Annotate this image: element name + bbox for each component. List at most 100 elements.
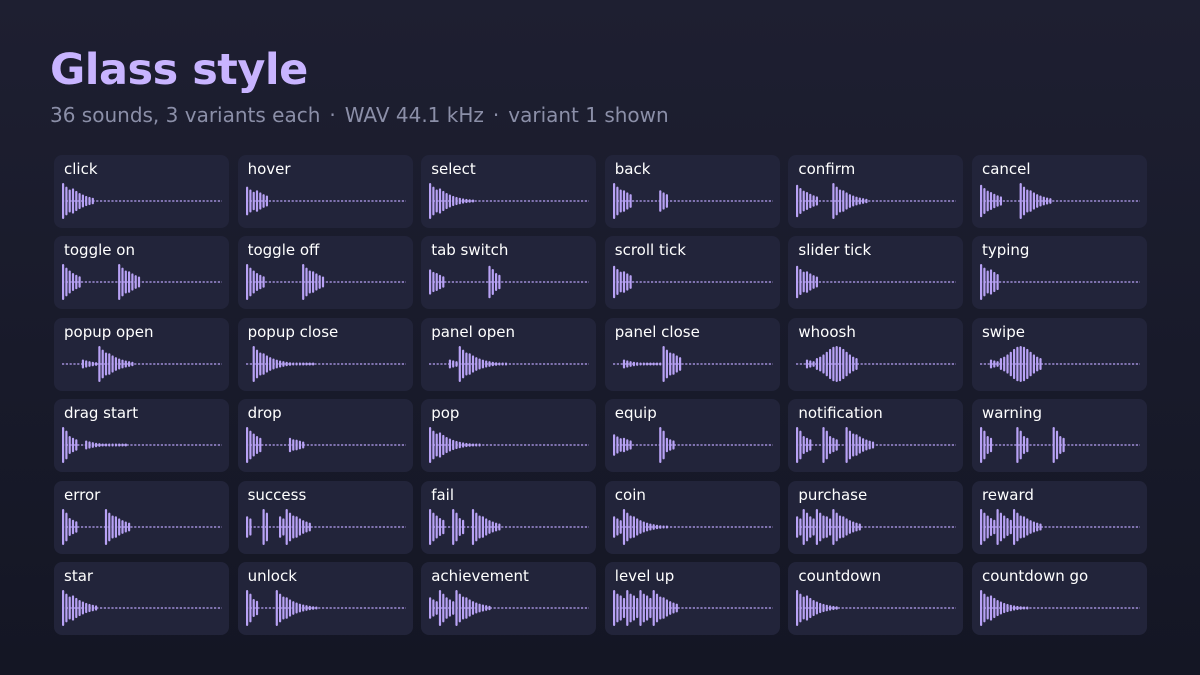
waveform-bar	[458, 517, 462, 536]
waveform-bar	[796, 515, 799, 538]
sound-card[interactable]: scroll tick	[604, 236, 780, 310]
waveform-bar	[619, 189, 622, 213]
waveform-bar	[278, 360, 281, 368]
waveform-bar	[625, 589, 629, 626]
waveform-bar	[616, 186, 619, 216]
waveform-bar	[95, 442, 98, 448]
waveform-preview	[979, 508, 1140, 545]
waveform-bar	[465, 443, 468, 448]
waveform-bar	[983, 267, 986, 297]
waveform-bar	[104, 443, 108, 447]
waveform-bar	[311, 362, 314, 366]
waveform-bar	[1012, 605, 1016, 611]
waveform-bar	[642, 362, 645, 366]
waveform-preview	[979, 264, 1140, 301]
waveform-bar	[809, 439, 812, 451]
sound-card[interactable]: panel open	[421, 317, 597, 391]
waveform-bar	[321, 276, 324, 288]
waveform-bar	[301, 604, 304, 612]
waveform-bar	[442, 190, 445, 212]
waveform-bar	[131, 361, 134, 367]
waveform-bar	[439, 275, 442, 290]
sound-card[interactable]: popup close	[237, 317, 413, 391]
waveform-bar	[248, 267, 252, 297]
waveform-bar	[137, 276, 141, 288]
sound-card[interactable]: reward	[971, 480, 1147, 554]
waveform-bar	[452, 195, 455, 207]
waveform-bar	[472, 355, 475, 373]
waveform-bar	[121, 267, 124, 297]
waveform-bar	[799, 430, 802, 460]
waveform-bar	[852, 356, 855, 372]
waveform-bar	[481, 515, 485, 538]
waveform-bar	[1036, 194, 1039, 208]
waveform-bar	[658, 524, 662, 529]
waveform-bar	[865, 439, 868, 451]
sound-card[interactable]: level up	[604, 561, 780, 635]
waveform-bar	[85, 602, 88, 614]
sound-card[interactable]: fail	[421, 480, 597, 554]
sound-card[interactable]: select	[421, 155, 597, 228]
waveform-bar	[1026, 606, 1029, 610]
waveform-bar	[439, 517, 442, 536]
waveform-bar	[78, 192, 81, 210]
sound-card[interactable]: equip	[604, 399, 780, 473]
waveform-bar	[475, 512, 478, 541]
sound-card[interactable]: error	[54, 480, 229, 554]
waveform-bar	[71, 519, 75, 534]
waveform-bar	[802, 596, 806, 620]
sound-card[interactable]: popup open	[54, 317, 229, 391]
sound-card[interactable]: tab switch	[421, 236, 597, 310]
waveform-preview	[612, 183, 773, 219]
sound-card[interactable]: notification	[788, 399, 964, 473]
sound-card[interactable]: drop	[237, 399, 413, 473]
sound-card[interactable]: warning	[971, 399, 1147, 473]
waveform-bar	[245, 515, 248, 538]
sound-card[interactable]: swipe	[971, 317, 1147, 391]
waveform-bar	[265, 512, 268, 541]
sound-card[interactable]: confirm	[788, 155, 964, 228]
waveform-bar	[121, 359, 124, 369]
waveform-bar	[448, 359, 452, 369]
sound-card[interactable]: unlock	[237, 561, 413, 635]
waveform-bar	[435, 189, 438, 213]
sound-card[interactable]: star	[54, 561, 229, 635]
waveform-bar	[983, 512, 986, 541]
sound-card[interactable]: slider tick	[788, 236, 964, 310]
sound-card[interactable]: countdown	[788, 561, 964, 635]
waveform-bar	[88, 441, 91, 449]
waveform-bar	[285, 597, 288, 619]
sound-card[interactable]: hover	[237, 155, 413, 228]
sound-card[interactable]: pop	[421, 399, 597, 473]
waveform-bar	[612, 266, 615, 299]
waveform-bar	[65, 267, 68, 297]
waveform-bar	[104, 508, 108, 545]
sound-card[interactable]: cancel	[971, 155, 1147, 228]
waveform-bar	[672, 602, 675, 614]
waveform-bar	[252, 598, 255, 617]
sound-label: countdown go	[981, 566, 1089, 585]
waveform-bar	[131, 273, 134, 292]
waveform-bar	[619, 272, 622, 293]
sound-card[interactable]: toggle on	[54, 236, 229, 310]
sound-card[interactable]: toggle off	[237, 236, 413, 310]
sound-card[interactable]: click	[54, 155, 229, 228]
sound-card[interactable]: typing	[971, 236, 1147, 310]
waveform-bar	[675, 603, 678, 613]
waveform-bar	[658, 596, 662, 620]
sound-card[interactable]: purchase	[788, 480, 964, 554]
waveform-bar	[852, 433, 855, 457]
sound-card[interactable]: back	[604, 155, 780, 228]
waveform-bar	[304, 267, 308, 297]
sound-card[interactable]: panel close	[604, 317, 780, 391]
sound-card[interactable]: achievement	[421, 561, 597, 635]
waveform-bar	[495, 273, 498, 292]
waveform-bar	[429, 597, 432, 619]
sound-card[interactable]: coin	[604, 480, 780, 554]
sound-card[interactable]: countdown go	[971, 561, 1147, 635]
sound-card[interactable]: success	[237, 480, 413, 554]
waveform-bar	[849, 194, 852, 208]
sound-card[interactable]: drag start	[54, 399, 229, 473]
sound-card[interactable]: whoosh	[788, 317, 964, 391]
waveform-bar	[1022, 436, 1026, 455]
